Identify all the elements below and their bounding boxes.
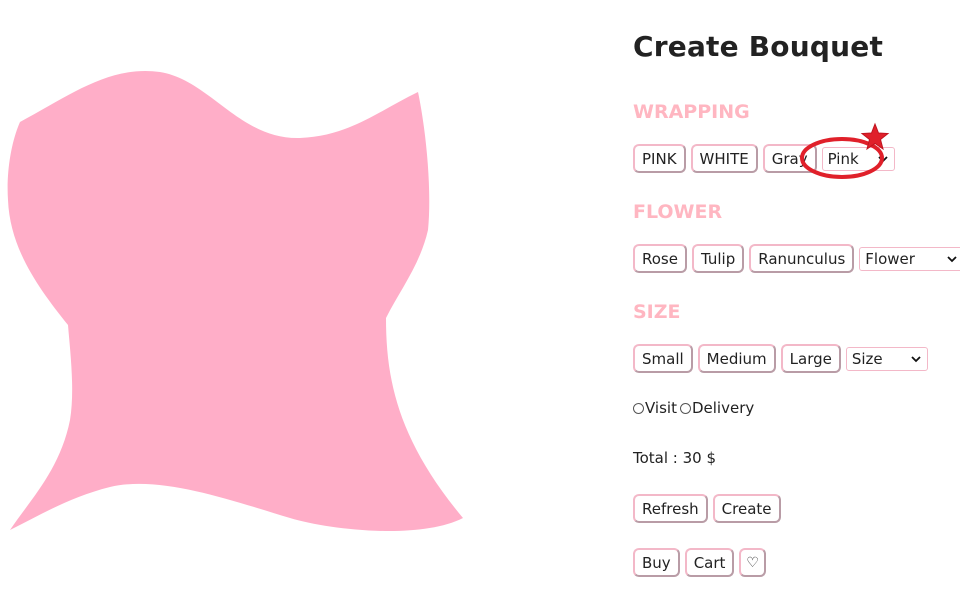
visit-radio[interactable] [633,402,644,414]
wrapping-select[interactable]: Pink [821,146,895,171]
flower-select[interactable]: Flower [859,246,960,271]
refresh-button[interactable]: Refresh [633,494,708,523]
flower-section-label: FLOWER [633,201,723,223]
size-section-label: SIZE [633,301,681,323]
bouquet-page: Create Bouquet WRAPPING PINK WHITE Gray … [0,0,960,593]
page-title: Create Bouquet [633,30,884,63]
build-actions: Refresh Create [633,494,786,523]
flower-options: Rose Tulip Ranunculus Flower [633,244,960,273]
delivery-radio-label: Delivery [691,399,755,417]
chevron-down-icon [911,355,921,362]
wrapping-white-button[interactable]: WHITE [690,144,758,173]
bouquet-preview [0,0,480,593]
buy-button[interactable]: Buy [633,548,680,577]
wrapping-select-value: Pink [827,149,859,168]
total-price: Total : 30 $ [633,449,717,467]
size-medium-button[interactable]: Medium [697,344,776,373]
flower-rose-button[interactable]: Rose [633,244,687,273]
chevron-down-icon [947,255,957,262]
wrapping-shape-svg [7,70,464,532]
cart-button[interactable]: Cart [684,548,735,577]
wrapping-section-label: WRAPPING [633,101,750,123]
wishlist-heart-button[interactable]: ♡ [739,548,766,577]
receive-method-group: Visit Delivery [633,399,754,417]
wrapping-pink-button[interactable]: PINK [633,144,686,173]
bouquet-options-panel: Create Bouquet WRAPPING PINK WHITE Gray … [633,0,960,593]
create-button[interactable]: Create [712,494,781,523]
heart-icon: ♡ [746,554,759,571]
wrapping-options: PINK WHITE Gray Pink [633,144,895,173]
chevron-down-icon [877,155,888,162]
size-options: Small Medium Large Size [633,344,928,373]
size-select-value: Size [851,349,883,368]
wrapping-gray-button[interactable]: Gray [762,144,817,173]
flower-tulip-button[interactable]: Tulip [691,244,745,273]
visit-radio-label: Visit [645,399,677,417]
purchase-actions: Buy Cart ♡ [633,548,771,577]
flower-ranunculus-button[interactable]: Ranunculus [749,244,855,273]
delivery-radio[interactable] [679,402,691,414]
size-select[interactable]: Size [845,346,928,371]
size-large-button[interactable]: Large [780,344,841,373]
size-small-button[interactable]: Small [633,344,693,373]
wrapping-shape [7,70,464,532]
flower-select-value: Flower [865,249,915,268]
